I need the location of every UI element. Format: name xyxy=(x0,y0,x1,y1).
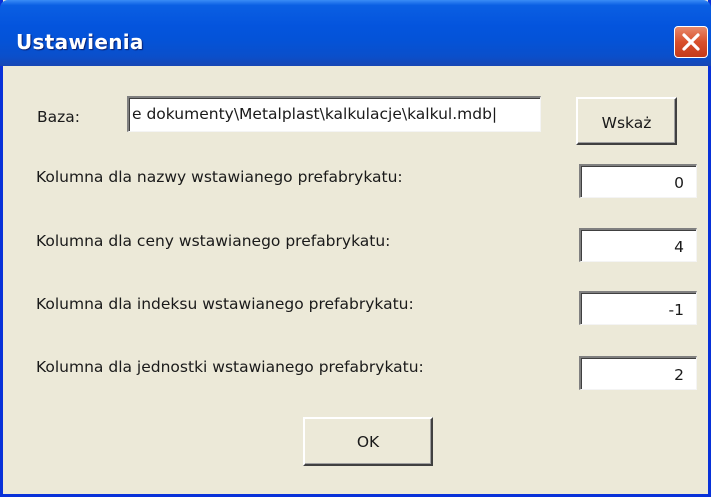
name-column-label: Kolumna dla nazwy wstawianego prefabryka… xyxy=(36,168,403,186)
price-column-label: Kolumna dla ceny wstawianego prefabrykat… xyxy=(36,232,391,250)
window-title: Ustawienia xyxy=(16,30,144,54)
index-column-label: Kolumna dla indeksu wstawianego prefabry… xyxy=(36,295,414,313)
browse-button[interactable]: Wskaż xyxy=(576,97,677,145)
close-button[interactable] xyxy=(674,26,708,58)
unit-column-label: Kolumna dla jednostki wstawianego prefab… xyxy=(36,358,424,376)
database-path-field[interactable]: e dokumenty\Metalplast\kalkulacje\kalkul… xyxy=(127,96,541,132)
unit-column-field[interactable]: 2 xyxy=(579,356,697,390)
ok-button[interactable]: OK xyxy=(303,417,433,466)
title-bar[interactable]: Ustawienia xyxy=(0,0,711,66)
database-label: Baza: xyxy=(37,108,80,126)
settings-dialog: Ustawienia Baza: e dokumenty\Metalplast\… xyxy=(0,0,711,497)
index-column-field[interactable]: -1 xyxy=(579,291,697,325)
name-column-field[interactable]: 0 xyxy=(579,164,697,198)
price-column-field[interactable]: 4 xyxy=(579,228,697,262)
close-icon xyxy=(682,33,700,51)
